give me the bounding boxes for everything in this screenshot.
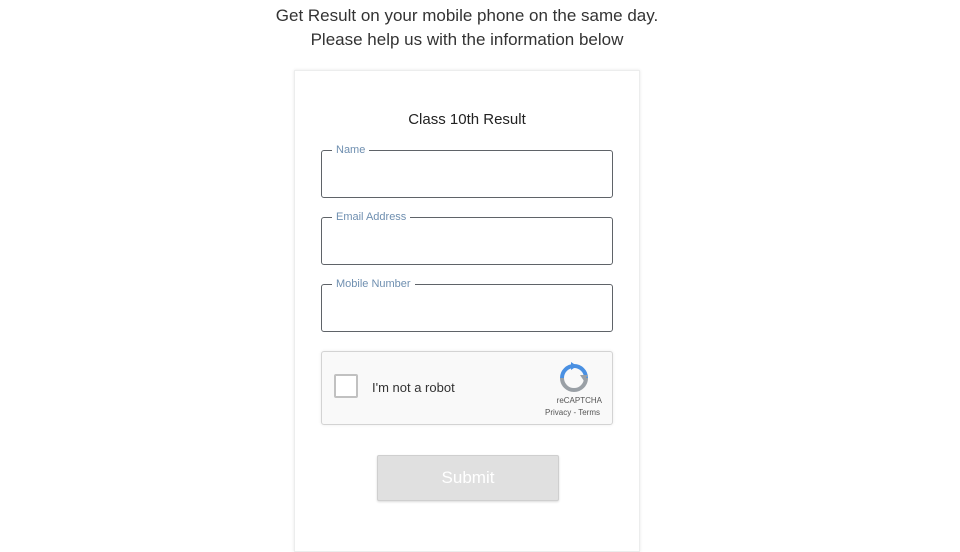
email-field[interactable]: Email Address (321, 210, 613, 265)
recaptcha-privacy-terms[interactable]: Privacy - Terms (545, 408, 600, 417)
intro-line-2: Please help us with the information belo… (310, 30, 624, 49)
mobile-field[interactable]: Mobile Number (321, 277, 613, 332)
result-form-card: Class 10th Result Name Email Address Mob… (294, 70, 640, 552)
recaptcha-brand: reCAPTCHA (556, 396, 602, 405)
email-input[interactable] (330, 228, 604, 258)
name-field-label: Name (332, 143, 370, 157)
recaptcha-checkbox[interactable] (334, 374, 358, 398)
recaptcha-label: I'm not a robot (372, 380, 455, 395)
mobile-field-label: Mobile Number (332, 277, 415, 291)
recaptcha-icon (560, 362, 588, 392)
submit-button[interactable]: Submit (377, 455, 559, 501)
mobile-input[interactable] (330, 295, 604, 325)
form-title: Class 10th Result (408, 111, 526, 128)
name-field[interactable]: Name (321, 143, 613, 198)
recaptcha-widget: I'm not a robot reCAPTCHA Privacy - Term… (321, 351, 613, 425)
name-input[interactable] (330, 161, 604, 191)
intro-line-1: Get Result on your mobile phone on the s… (275, 6, 659, 25)
intro-text: Get Result on your mobile phone on the s… (0, 4, 934, 52)
email-field-label: Email Address (332, 210, 411, 224)
